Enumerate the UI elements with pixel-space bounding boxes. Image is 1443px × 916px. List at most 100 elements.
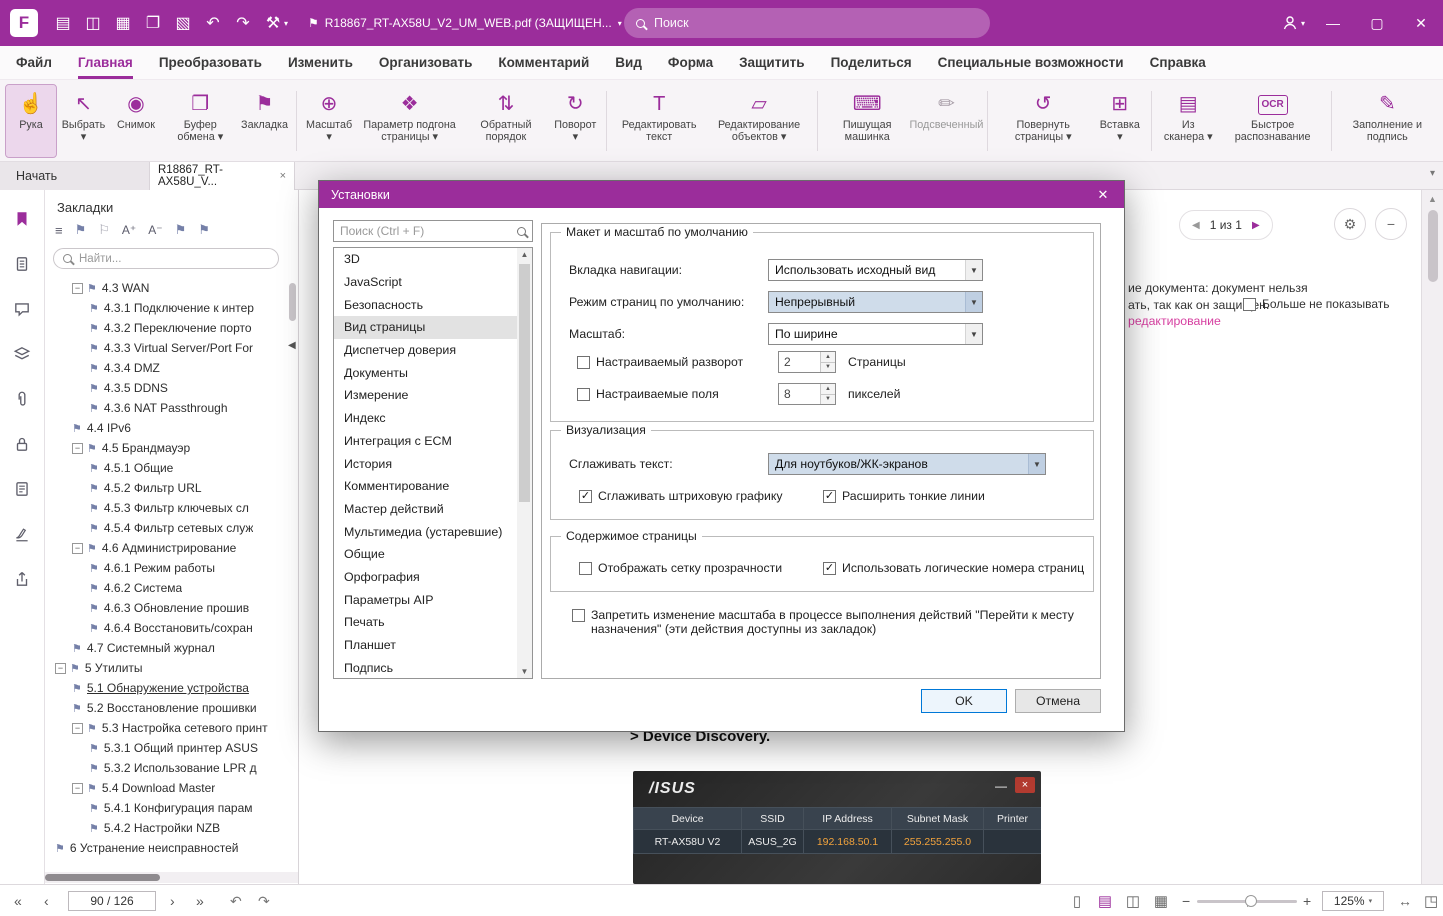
prefs-list-item-4[interactable]: Диспетчер доверия [334,339,518,362]
fullscreen-button[interactable]: ◳ [1424,885,1438,916]
bookmark-item[interactable]: − ⚑ 4.3 WAN [45,278,288,298]
ribbon-reverse-order-button[interactable]: ⇅ Обратный порядок [464,85,549,157]
search-input[interactable] [654,16,934,30]
bookmark-item[interactable]: ⚑ 4.6.3 Обновление прошив [45,598,288,618]
prefs-list-item-1[interactable]: JavaScript [334,271,518,294]
bookmark-item[interactable]: − ⚑ 5.3 Настройка сетевого принт [45,718,288,738]
collapse-minus-icon[interactable]: − [72,722,83,734]
prefs-list-item-7[interactable]: Индекс [334,407,518,430]
menu-item-1[interactable]: Главная [78,46,133,79]
tab-start-page[interactable]: Начать [0,162,150,190]
ribbon-edit-object-button[interactable]: ▱ Редактирование объектов ▾ [707,85,811,157]
bookmark-item[interactable]: ⚑ 4.5.2 Фильтр URL [45,478,288,498]
bookmark-item[interactable]: ⚑ 4.7 Системный журнал [45,638,288,658]
previous-bookmark-icon[interactable]: ⚑ [175,222,187,238]
prefs-list-item-16[interactable]: Печать [334,611,518,634]
bookmark-item[interactable]: ⚑ 4.5.3 Фильтр ключевых сл [45,498,288,518]
menu-item-11[interactable]: Справка [1150,46,1206,79]
bookmark-item[interactable]: − ⚑ 5.4 Download Master [45,778,288,798]
zoom-out-float-button[interactable]: − [1375,208,1407,240]
document-title-menu[interactable]: ⚑ R18867_RT-AX58U_V2_UM_WEB.pdf (ЗАЩИЩЕН… [308,16,622,30]
dialog-close-button[interactable]: ✕ [1082,181,1124,208]
ribbon-rotate-pages-button[interactable]: ↺ Повернуть страницы ▾ [994,85,1093,157]
bookmark-item[interactable]: − ⚑ 4.5 Брандмауэр [45,438,288,458]
attachments-panel-icon[interactable] [13,390,31,408]
zoom-slider[interactable] [1197,894,1297,907]
scroll-down-icon[interactable]: ▼ [517,667,532,676]
spread-count-spinner[interactable]: 2 ▲ ▼ [778,351,836,373]
bookmark-item[interactable]: ⚑ 5.4.2 Настройки NZB [45,818,288,838]
global-search[interactable] [624,8,990,38]
nav-tab-select[interactable]: Использовать исходный вид ▼ [768,259,983,281]
bookmarks-panel-icon[interactable] [13,210,31,228]
layers-panel-icon[interactable] [13,345,31,363]
single-page-icon[interactable]: ▯ [1065,892,1089,910]
export-icon[interactable]: ▧ [168,8,198,38]
ribbon-ocr-button[interactable]: OCR Быстрое распознавание [1221,85,1325,157]
bookmarks-hscrollbar[interactable] [45,872,298,883]
open-file-icon[interactable]: ▤ [48,8,78,38]
zoom-out-button[interactable]: − [1182,885,1190,916]
comments-panel-icon[interactable] [13,300,31,318]
prev-view-icon[interactable]: ↶ [230,885,242,916]
bookmark-item[interactable]: ⚑ 4.6.1 Режим работы [45,558,288,578]
thin-lines-checkbox[interactable]: ✓ Расширить тонкие линии [823,489,985,503]
next-bookmark-icon[interactable]: ⚑ [198,222,210,238]
close-tab-icon[interactable]: × [280,170,286,182]
ribbon-edit-text-button[interactable]: T Редактировать текст [613,85,705,157]
delete-bookmark-icon[interactable]: ⚐ [98,222,110,238]
bookmark-item[interactable]: ⚑ 5.2 Восстановление прошивки [45,698,288,718]
bookmark-item[interactable]: ⚑ 4.5.1 Общие [45,458,288,478]
page-number-input[interactable] [68,891,156,911]
prefs-list-item-11[interactable]: Мастер действий [334,498,518,521]
scrollbar-thumb[interactable] [45,874,160,881]
fit-width-button[interactable]: ↔ [1398,885,1412,916]
menu-item-9[interactable]: Поделиться [831,46,912,79]
prev-page-icon[interactable]: ◀ [1192,220,1200,231]
next-page-button[interactable]: › [170,885,175,916]
prefs-list-item-6[interactable]: Измерение [334,384,518,407]
collapse-minus-icon[interactable]: − [72,442,83,454]
menu-item-3[interactable]: Изменить [288,46,353,79]
bookmark-item[interactable]: ⚑ 4.3.4 DMZ [45,358,288,378]
bookmark-item[interactable]: ⚑ 4.6.4 Восстановить/сохран [45,618,288,638]
slider-thumb[interactable] [1245,894,1257,907]
prefs-list-item-18[interactable]: Подпись [334,656,518,678]
menu-item-2[interactable]: Преобразовать [159,46,262,79]
scrollbar-thumb[interactable] [1428,210,1438,282]
ribbon-rotate-view-button[interactable]: ↻ Поворот ▾ [550,85,600,157]
print-icon[interactable]: ▦ [108,8,138,38]
collapse-minus-icon[interactable]: − [55,662,66,674]
bookmark-item[interactable]: ⚑ 4.5.4 Фильтр сетевых служ [45,518,288,538]
font-decrease-icon[interactable]: A⁻ [148,223,162,237]
prefs-list-item-8[interactable]: Интеграция с ECM [334,430,518,453]
forbid-zoom-checkbox[interactable]: Запретить изменение масштаба в процессе … [572,608,1074,636]
prefs-search-input[interactable] [340,224,517,238]
spin-up-icon[interactable]: ▲ [821,352,835,363]
ribbon-bookmark-add-button[interactable]: ⚑ Закладка [240,85,290,157]
prefs-list-item-14[interactable]: Орфография [334,566,518,589]
menu-item-8[interactable]: Защитить [739,46,804,79]
ribbon-fit-page-button[interactable]: ❖ Параметр подгона страницы ▾ [358,85,462,157]
ribbon-hand-button[interactable]: ☝ Рука [5,83,57,158]
bookmarks-search[interactable] [53,248,279,269]
last-page-button[interactable]: » [196,885,204,916]
settings-button[interactable]: ⚙ [1334,208,1366,240]
next-view-icon[interactable]: ↷ [258,885,270,916]
custom-margins-checkbox[interactable]: Настраиваемые поля [577,387,719,401]
spin-down-icon[interactable]: ▼ [821,394,835,404]
spin-down-icon[interactable]: ▼ [821,362,835,372]
prefs-list-item-12[interactable]: Мультимедиа (устаревшие) [334,520,518,543]
prefs-list-item-17[interactable]: Планшет [334,634,518,657]
share-panel-icon[interactable] [13,570,31,588]
margin-size-spinner[interactable]: 8 ▲ ▼ [778,383,836,405]
prefs-list-item-0[interactable]: 3D [334,248,518,271]
ribbon-zoom-button[interactable]: ⊕ Масштаб ▾ [303,85,356,157]
bookmark-item[interactable]: ⚑ 5.1 Обнаружение устройства [45,678,288,698]
prefs-search[interactable] [333,220,533,242]
bookmark-item[interactable]: − ⚑ 4.6 Администрирование [45,538,288,558]
prefs-list-item-13[interactable]: Общие [334,543,518,566]
bookmark-item[interactable]: ⚑ 4.3.2 Переключение порто [45,318,288,338]
smooth-text-select[interactable]: Для ноутбуков/ЖК-экранов ▼ [768,453,1046,475]
bookmark-menu-icon[interactable]: ≡ [55,223,63,238]
